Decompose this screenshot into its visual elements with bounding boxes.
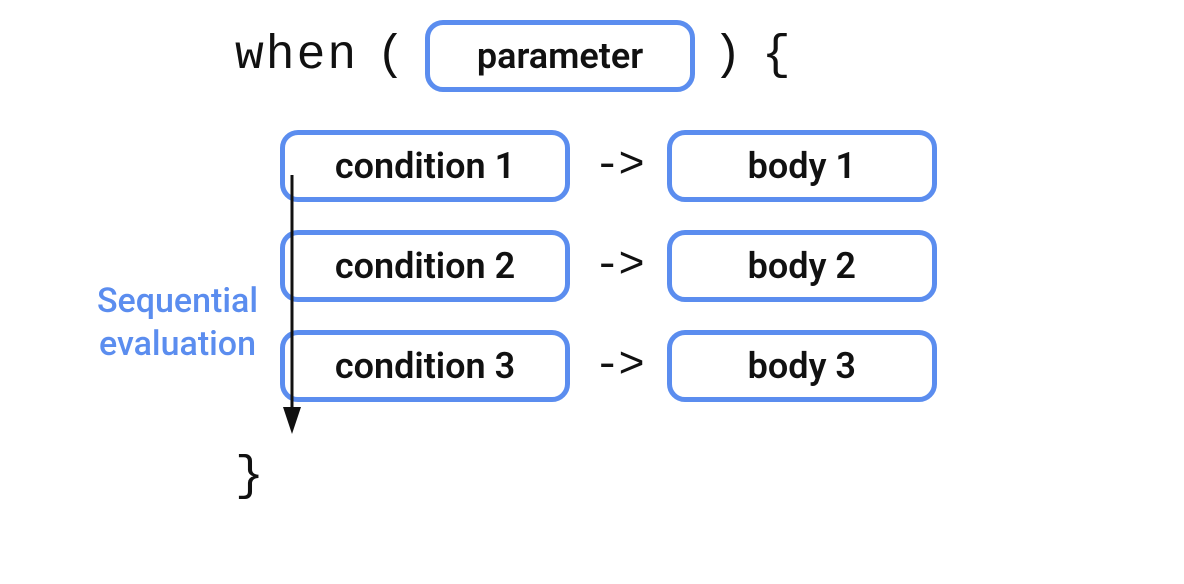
when-header: when ( parameter ) {: [235, 20, 1130, 92]
open-paren: (: [376, 29, 407, 83]
condition-box: condition 2: [280, 230, 570, 302]
branch-row: condition 1 -> body 1: [280, 130, 1130, 202]
arrow-operator: ->: [594, 141, 643, 191]
open-brace: {: [762, 29, 793, 83]
arrow-operator: ->: [594, 341, 643, 391]
body-box: body 1: [667, 130, 937, 202]
branches-container: condition 1 -> body 1 condition 2 -> bod…: [280, 130, 1130, 402]
body-box: body 2: [667, 230, 937, 302]
when-expression-diagram: when ( parameter ) { condition 1 -> body…: [50, 20, 1130, 504]
when-keyword: when: [235, 29, 358, 83]
branch-row: condition 3 -> body 3: [280, 330, 1130, 402]
body-box: body 3: [667, 330, 937, 402]
seq-label-line1: Sequential: [97, 281, 258, 321]
seq-label-line2: evaluation: [99, 324, 256, 364]
close-paren: ): [713, 29, 744, 83]
branch-row: condition 2 -> body 2: [280, 230, 1130, 302]
parameter-box: parameter: [425, 20, 695, 92]
close-brace: }: [235, 450, 1130, 504]
downward-arrow-icon: [280, 165, 310, 445]
arrow-operator: ->: [594, 241, 643, 291]
condition-box: condition 1: [280, 130, 570, 202]
condition-box: condition 3: [280, 330, 570, 402]
sequential-evaluation-label: Sequential evaluation: [80, 280, 275, 365]
